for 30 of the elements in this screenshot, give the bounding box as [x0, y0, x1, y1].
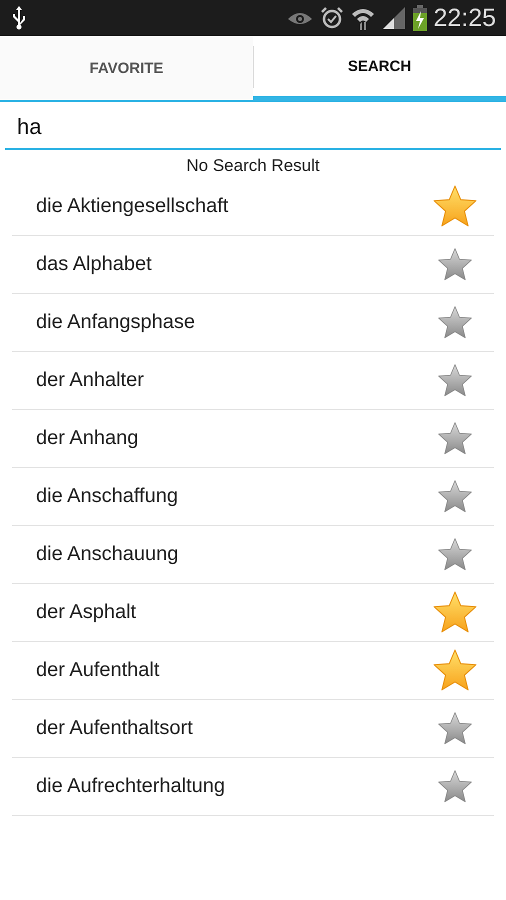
signal-icon — [383, 7, 406, 29]
word-label: die Anschaffung — [35, 485, 179, 508]
star-icon[interactable] — [437, 362, 473, 398]
word-label: der Aufenthalt — [35, 659, 160, 682]
word-label: der Anhang — [35, 427, 140, 450]
tab[interactable]: FAVORITE — [0, 36, 253, 102]
word-label: der Asphalt — [35, 601, 138, 624]
word-label: die Anschauung — [35, 543, 180, 566]
star-icon[interactable] — [432, 184, 478, 230]
no-result-message: No Search Result — [186, 156, 320, 175]
word-label: die Anfangsphase — [35, 311, 196, 334]
star-icon[interactable] — [437, 536, 473, 572]
word-label: das Alphabet — [35, 253, 153, 276]
star-icon[interactable] — [432, 648, 478, 694]
usb-icon — [12, 6, 26, 30]
star-icon[interactable] — [437, 304, 473, 340]
word-label: der Aufenthaltsort — [35, 717, 194, 740]
word-label: die Aktiengesellschaft — [35, 195, 230, 218]
word-label: die Aufrechterhaltung — [35, 775, 226, 798]
battery-charging-icon — [413, 5, 428, 31]
star-icon[interactable] — [437, 478, 473, 514]
star-icon[interactable] — [437, 420, 473, 456]
word-label: der Anhalter — [35, 369, 145, 392]
clock-time: 22:25 — [433, 4, 496, 32]
star-icon[interactable] — [437, 246, 473, 282]
alarm-clock-icon — [321, 6, 344, 30]
star-icon[interactable] — [437, 710, 473, 746]
star-icon[interactable] — [437, 768, 473, 804]
wifi-icon — [351, 6, 376, 30]
star-icon[interactable] — [432, 590, 478, 636]
